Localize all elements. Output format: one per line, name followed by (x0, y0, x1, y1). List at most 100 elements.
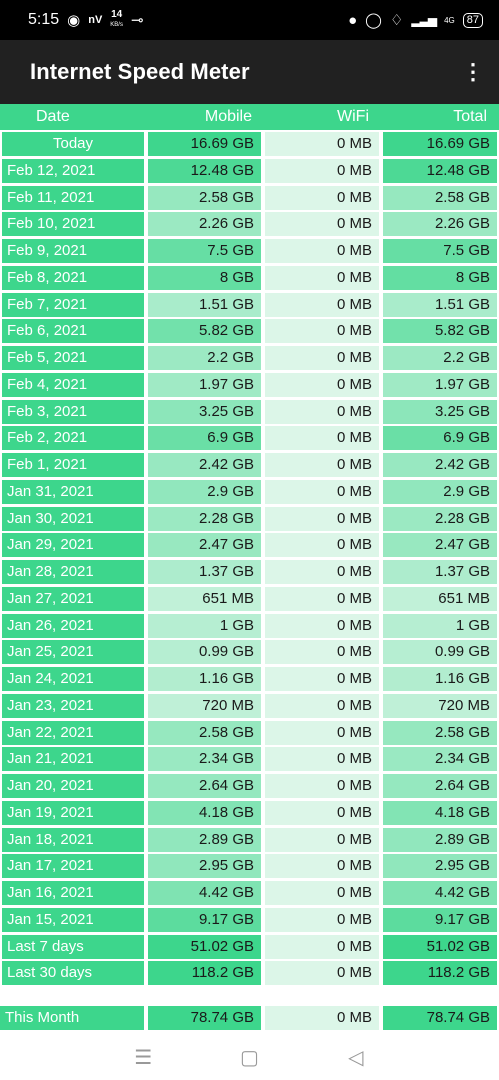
status-left: 5:15 ◉ nV 14 KB/s ⊸ (28, 10, 144, 30)
row-wifi: 0 MB (265, 239, 379, 263)
row-wifi: 0 MB (265, 693, 379, 718)
table-row: Jan 16, 2021 4.42 GB 0 MB 4.42 GB (0, 881, 499, 905)
overflow-menu-icon[interactable]: ⋮ (461, 59, 485, 85)
table-row: Today 16.69 GB 0 MB 16.69 GB (0, 132, 499, 156)
row-mobile: 6.9 GB (148, 426, 261, 451)
row-date: Jan 20, 2021 (2, 774, 144, 798)
row-total: 2.9 GB (383, 479, 497, 504)
row-date: Jan 30, 2021 (2, 506, 144, 531)
row-date: Jan 17, 2021 (2, 854, 144, 879)
row-wifi: 0 MB (265, 586, 379, 611)
table-row: Feb 12, 2021 12.48 GB 0 MB 12.48 GB (0, 158, 499, 183)
battery-icon: 87 (462, 12, 483, 28)
row-date: Feb 8, 2021 (2, 265, 144, 290)
row-mobile: 7.5 GB (148, 239, 261, 263)
row-mobile: 2.34 GB (148, 747, 261, 772)
table-row: Jan 27, 2021 651 MB 0 MB 651 MB (0, 586, 499, 611)
bell-mute-icon: ♢ (389, 12, 404, 29)
row-total: 2.42 GB (383, 453, 497, 477)
row-total: 118.2 GB (383, 961, 497, 986)
table-row: Jan 28, 2021 1.37 GB 0 MB 1.37 GB (0, 560, 499, 584)
row-total: 12.48 GB (383, 158, 497, 183)
row-wifi: 0 MB (265, 720, 379, 745)
row-mobile: 2.58 GB (148, 185, 261, 210)
recents-menu-icon[interactable]: ☰ (123, 1045, 163, 1070)
row-wifi: 0 MB (265, 800, 379, 825)
net-speed-unit: KB/s (110, 22, 123, 28)
row-total: 2.58 GB (383, 185, 497, 210)
header-mobile: Mobile (204, 108, 252, 125)
row-wifi: 0 MB (265, 747, 379, 772)
row-wifi: 0 MB (265, 372, 379, 397)
row-mobile: 12.48 GB (148, 158, 261, 183)
nv-notification-icon: nV (88, 14, 103, 26)
table-row: Jan 23, 2021 720 MB 0 MB 720 MB (0, 693, 499, 718)
header-wifi: WiFi (337, 108, 369, 125)
table-row: Jan 22, 2021 2.58 GB 0 MB 2.58 GB (0, 720, 499, 745)
row-mobile: 2.47 GB (148, 533, 261, 558)
row-mobile: 8 GB (148, 265, 261, 290)
row-total: 1.97 GB (383, 372, 497, 397)
row-date: Feb 7, 2021 (2, 292, 144, 317)
row-total: 2.47 GB (383, 533, 497, 558)
row-mobile: 9.17 GB (148, 907, 261, 932)
row-date: Today (2, 132, 144, 156)
table-row: Feb 11, 2021 2.58 GB 0 MB 2.58 GB (0, 185, 499, 210)
row-wifi: 0 MB (265, 774, 379, 798)
row-total: 9.17 GB (383, 907, 497, 932)
back-icon[interactable]: ◁ (336, 1045, 376, 1070)
row-date: Feb 9, 2021 (2, 239, 144, 263)
row-wifi: 0 MB (265, 667, 379, 691)
row-total: 4.42 GB (383, 881, 497, 905)
row-total: 2.28 GB (383, 506, 497, 531)
row-date: Jan 23, 2021 (2, 693, 144, 718)
row-date: This Month (0, 1006, 144, 1030)
status-time: 5:15 (28, 11, 60, 28)
table-row: Jan 15, 2021 9.17 GB 0 MB 9.17 GB (0, 907, 499, 932)
row-total: 78.74 GB (383, 1006, 497, 1030)
table-row: Feb 6, 2021 5.82 GB 0 MB 5.82 GB (0, 319, 499, 344)
row-mobile: 651 MB (148, 586, 261, 611)
table-row: Jan 31, 2021 2.9 GB 0 MB 2.9 GB (0, 479, 499, 504)
row-mobile: 2.2 GB (148, 346, 261, 370)
row-mobile: 2.89 GB (148, 827, 261, 852)
row-date: Feb 6, 2021 (2, 319, 144, 344)
row-wifi: 0 MB (265, 426, 379, 451)
row-mobile: 1.37 GB (148, 560, 261, 584)
row-wifi: 0 MB (265, 506, 379, 531)
table-row: Jan 17, 2021 2.95 GB 0 MB 2.95 GB (0, 854, 499, 879)
app-notification-icon: ◉ (67, 12, 81, 29)
table-row: Last 7 days 51.02 GB 0 MB 51.02 GB (0, 934, 499, 959)
row-total: 0.99 GB (383, 640, 497, 665)
row-date: Feb 4, 2021 (2, 372, 144, 397)
signal-icon: ▂▃▅ (411, 13, 437, 27)
row-date: Jan 27, 2021 (2, 586, 144, 611)
row-total: 2.64 GB (383, 774, 497, 798)
row-wifi: 0 MB (265, 185, 379, 210)
net-speed-indicator: 14 KB/s (110, 10, 123, 30)
row-mobile: 2.42 GB (148, 453, 261, 477)
row-date: Feb 1, 2021 (2, 453, 144, 477)
status-bar: 5:15 ◉ nV 14 KB/s ⊸ ● ◯ ♢ ▂▃▅ 4G 87 (0, 0, 499, 40)
row-mobile: 2.64 GB (148, 774, 261, 798)
row-total: 2.58 GB (383, 720, 497, 745)
row-date: Feb 11, 2021 (2, 185, 144, 210)
row-wifi: 0 MB (265, 479, 379, 504)
row-wifi: 0 MB (265, 212, 379, 237)
table-row: Jan 18, 2021 2.89 GB 0 MB 2.89 GB (0, 827, 499, 852)
usage-table: Today 16.69 GB 0 MB 16.69 GB Feb 12, 2021 12.… (0, 132, 499, 988)
table-row: Feb 7, 2021 1.51 GB 0 MB 1.51 GB (0, 292, 499, 317)
row-mobile: 4.42 GB (148, 881, 261, 905)
home-icon[interactable]: ▢ (229, 1045, 269, 1070)
row-wifi: 0 MB (265, 265, 379, 290)
row-mobile: 2.28 GB (148, 506, 261, 531)
row-wifi: 0 MB (265, 533, 379, 558)
row-mobile: 118.2 GB (148, 961, 261, 986)
row-date: Feb 10, 2021 (2, 212, 144, 237)
row-total: 4.18 GB (383, 800, 497, 825)
table-row: Jan 24, 2021 1.16 GB 0 MB 1.16 GB (0, 667, 499, 691)
table-row: Feb 3, 2021 3.25 GB 0 MB 3.25 GB (0, 399, 499, 424)
row-wifi: 0 MB (265, 640, 379, 665)
row-date: Jan 24, 2021 (2, 667, 144, 691)
row-mobile: 4.18 GB (148, 800, 261, 825)
